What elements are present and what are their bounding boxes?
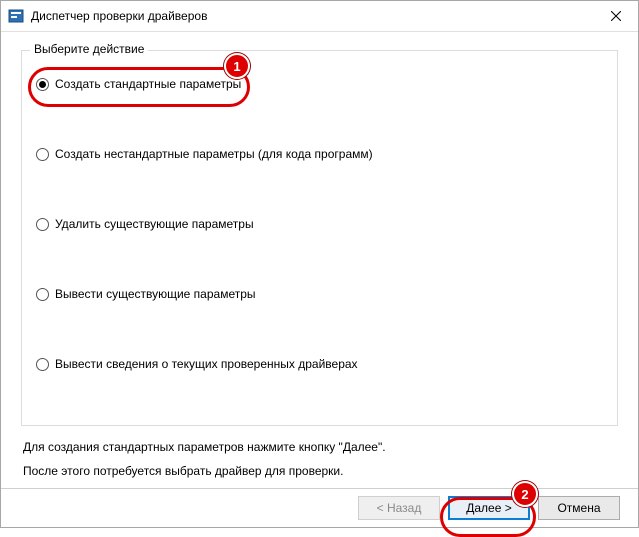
back-button: < Назад bbox=[358, 496, 440, 520]
groupbox-label: Выберите действие bbox=[30, 42, 148, 56]
radio-create-custom[interactable]: Создать нестандартные параметры (для код… bbox=[36, 147, 373, 161]
radio-create-standard-input[interactable] bbox=[36, 78, 49, 91]
next-button[interactable]: Далее > bbox=[448, 496, 530, 520]
radio-show-existing[interactable]: Вывести существующие параметры bbox=[36, 287, 256, 301]
hint-line-2: После этого потребуется выбрать драйвер … bbox=[23, 464, 616, 478]
button-label: Отмена bbox=[557, 501, 600, 515]
close-icon bbox=[611, 11, 621, 21]
radio-create-custom-input[interactable] bbox=[36, 148, 49, 161]
action-groupbox: Выберите действие Создать стандартные па… bbox=[21, 50, 618, 426]
callout-number: 1 bbox=[233, 59, 240, 74]
titlebar: Диспетчер проверки драйверов bbox=[1, 1, 638, 32]
callout-badge-1: 1 bbox=[224, 53, 250, 79]
button-label: Далее > bbox=[466, 501, 512, 515]
radio-label: Вывести сведения о текущих проверенных д… bbox=[55, 357, 358, 371]
wizard-footer: < Назад Далее > Отмена 2 bbox=[1, 488, 638, 527]
radio-delete-existing[interactable]: Удалить существующие параметры bbox=[36, 217, 254, 231]
button-label: < Назад bbox=[377, 501, 422, 515]
radio-label: Создать нестандартные параметры (для код… bbox=[55, 147, 373, 161]
radio-show-verified-input[interactable] bbox=[36, 358, 49, 371]
hint-text: Для создания стандартных параметров нажм… bbox=[23, 440, 616, 478]
radio-label: Удалить существующие параметры bbox=[55, 217, 254, 231]
cancel-button[interactable]: Отмена bbox=[538, 496, 620, 520]
app-icon bbox=[7, 7, 25, 25]
client-area: Выберите действие Создать стандартные па… bbox=[1, 32, 638, 488]
close-button[interactable] bbox=[594, 1, 638, 31]
radio-create-standard[interactable]: Создать стандартные параметры bbox=[36, 77, 241, 91]
dialog-window: Диспетчер проверки драйверов Выберите де… bbox=[0, 0, 639, 528]
hint-line-1: Для создания стандартных параметров нажм… bbox=[23, 440, 616, 454]
radio-show-verified[interactable]: Вывести сведения о текущих проверенных д… bbox=[36, 357, 358, 371]
radio-label: Создать стандартные параметры bbox=[55, 77, 241, 91]
radio-delete-existing-input[interactable] bbox=[36, 218, 49, 231]
radio-label: Вывести существующие параметры bbox=[55, 287, 256, 301]
window-title: Диспетчер проверки драйверов bbox=[31, 9, 594, 23]
radio-show-existing-input[interactable] bbox=[36, 288, 49, 301]
